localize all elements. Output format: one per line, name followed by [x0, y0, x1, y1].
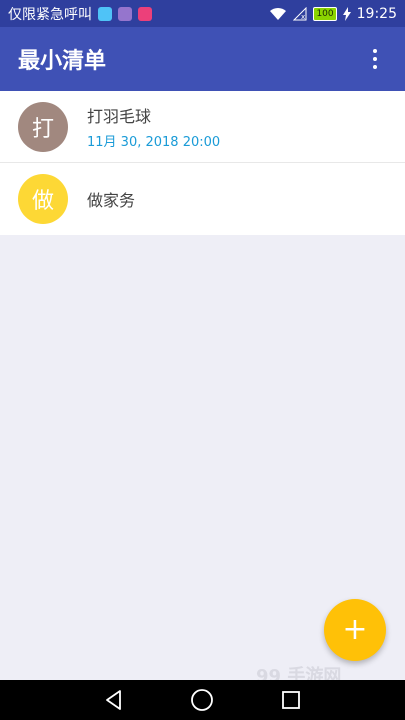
overflow-dot	[373, 49, 377, 53]
todo-text: 做家务	[87, 187, 135, 211]
home-circle-icon	[191, 689, 214, 711]
more-options-icon[interactable]	[363, 47, 387, 71]
recents-square-icon	[281, 691, 300, 709]
avatar: 打	[18, 101, 68, 152]
notification-app-icon	[98, 6, 112, 21]
clock: 19:25	[356, 5, 397, 22]
notification-music-icon	[118, 6, 132, 21]
todo-title: 打羽毛球	[87, 107, 152, 126]
todo-item[interactable]: 做 做家务	[0, 163, 405, 235]
signal-off-icon: x	[293, 6, 307, 21]
avatar: 做	[18, 174, 68, 224]
overflow-dot	[373, 57, 377, 61]
home-button[interactable]	[187, 685, 217, 715]
svg-text:x: x	[301, 13, 305, 21]
carrier-text: 仅限紧急呼叫	[8, 6, 92, 23]
wifi-icon	[270, 7, 287, 20]
overflow-dot	[373, 65, 377, 69]
battery-icon: 100	[313, 6, 337, 21]
status-left: 仅限紧急呼叫	[8, 4, 152, 24]
status-right: x 100 19:25	[269, 6, 397, 22]
add-todo-button[interactable]: +	[324, 599, 386, 661]
back-triangle-icon	[106, 690, 122, 710]
charging-icon	[342, 6, 351, 21]
todo-date: 11月 30, 2018 20:00	[87, 135, 221, 150]
todo-text: 打羽毛球 11月 30, 2018 20:00	[87, 103, 220, 150]
back-button[interactable]	[99, 685, 129, 715]
status-bar: 仅限紧急呼叫 x 100 19:25	[0, 0, 405, 27]
navigation-bar	[0, 680, 405, 720]
todo-list: 打 打羽毛球 11月 30, 2018 20:00 做 做家务	[0, 91, 405, 235]
app-bar: 最小清单	[0, 27, 405, 91]
todo-item[interactable]: 打 打羽毛球 11月 30, 2018 20:00	[0, 91, 405, 163]
todo-title: 做家务	[87, 191, 136, 210]
notification-record-icon	[138, 6, 152, 21]
plus-icon: +	[342, 612, 368, 647]
page-title: 最小清单	[18, 49, 107, 74]
recents-button[interactable]	[276, 685, 306, 715]
watermark: 99 手游网	[256, 666, 342, 682]
